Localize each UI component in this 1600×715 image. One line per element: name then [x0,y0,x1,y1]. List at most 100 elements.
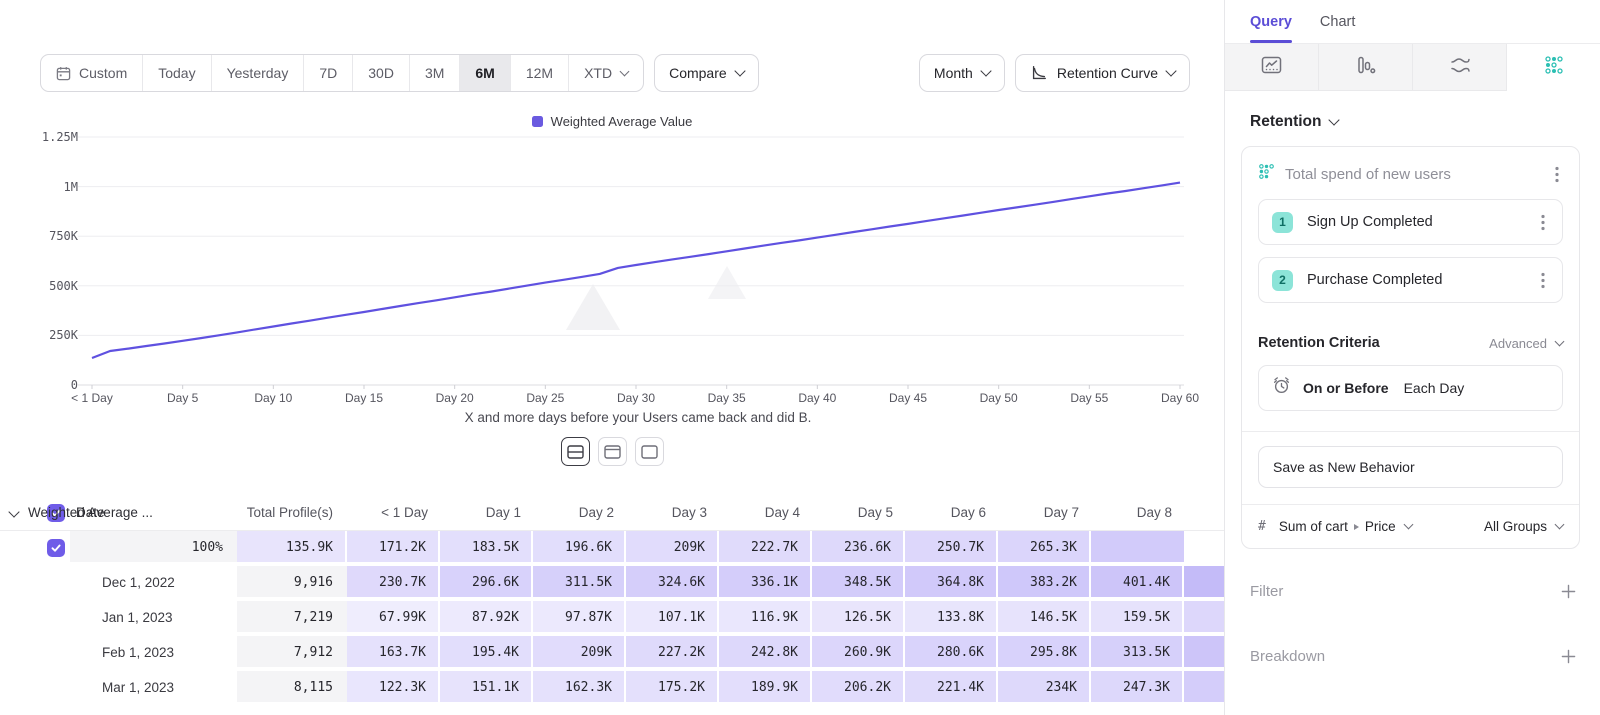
breakdown-label: Breakdown [1250,648,1325,665]
tab-flows[interactable] [1413,44,1507,91]
table-row: Dec 1, 20229,916230.7K296.6K311.5K324.6K… [0,566,1224,601]
criteria-mode-label: Advanced [1489,336,1547,351]
tab-funnels[interactable] [1319,44,1413,91]
step-label: Purchase Completed [1307,272,1537,288]
range-button-today[interactable]: Today [143,55,211,91]
range-label: 6M [475,65,494,81]
save-as-new-behavior-button[interactable]: Save as New Behavior [1258,446,1563,488]
numeric-property-icon: # [1258,519,1266,534]
y-axis-label: 750K [8,229,78,243]
tab-insights[interactable] [1225,44,1319,91]
value-cell: 209K [626,531,719,564]
chevron-down-icon [620,66,630,76]
row-label: Mar 1, 2023 [102,680,174,695]
chevron-down-icon [1555,336,1565,346]
toolbar-right-group: Month Retention Curve [919,54,1190,92]
value-cell: 159.5K [1091,601,1184,634]
value-cell: 280.6K [905,636,998,669]
range-button-xtd[interactable]: XTD [569,55,643,91]
calendar-icon [56,66,71,81]
value-cell: 126.5K [812,601,905,634]
tab-retention[interactable] [1507,44,1600,91]
value-cell: 175.2K [626,671,719,704]
behavior-card: Total spend of new users 1Sign Up Comple… [1241,146,1580,549]
range-label: 12M [526,65,553,81]
timing-selector[interactable]: On or Before Each Day [1258,365,1563,411]
row-checkbox-cell [0,531,70,564]
table-row: Weighted Average ...100%135.9K171.2K183.… [0,531,1224,566]
value-cell: 189.9K [719,671,812,704]
range-button-6m[interactable]: 6M [460,55,510,91]
value-cell: 221.4K [905,671,998,704]
value-cell: 234K [998,671,1091,704]
chevron-down-icon [980,65,991,76]
value-cell: 348.5K [812,566,905,599]
behavior-step[interactable]: 1Sign Up Completed [1258,199,1563,245]
view-toggle-table-top[interactable] [598,437,627,466]
tab-query[interactable]: Query [1250,0,1292,43]
range-label: 30D [368,65,394,81]
value-cell: 250.7K [905,531,998,564]
report-kind-dropdown[interactable]: Retention [1250,113,1600,131]
range-button-12m[interactable]: 12M [511,55,569,91]
total-profiles-cell: 100% [70,531,237,564]
granularity-label: Month [934,65,973,81]
value-cell: 313.5K [1091,636,1184,669]
compare-button[interactable]: Compare [654,54,759,92]
value-cell: 206.2K [812,671,905,704]
view-toggle-chart-and-table[interactable] [561,437,590,466]
value-cell: 295.8K [998,636,1091,669]
add-breakdown-button[interactable] [1561,649,1576,664]
value-cell: 107.1K [626,601,719,634]
kebab-menu-icon[interactable] [1537,270,1549,291]
chevron-down-icon [1555,520,1565,530]
range-label: Yesterday [227,65,289,81]
row-checkbox-cell [0,636,70,669]
chevron-down-icon [734,65,745,76]
chevron-down-icon [1329,114,1340,125]
view-toggle-table-only[interactable] [635,437,664,466]
tab-chart[interactable]: Chart [1320,0,1355,43]
value-cell: 247.3K [1091,671,1184,704]
measure-property-dropdown[interactable]: Sum of cart [1279,519,1348,534]
chart-legend[interactable]: Weighted Average Value [0,114,1224,129]
step-number-badge: 1 [1272,212,1293,233]
add-filter-button[interactable] [1561,584,1576,599]
behavior-title: Total spend of new users [1285,166,1551,183]
value-cell-cutoff [1184,566,1224,599]
range-button-7d[interactable]: 7D [304,55,353,91]
flows-icon [1449,55,1471,80]
kebab-menu-icon[interactable] [1537,212,1549,233]
measure-subproperty-label[interactable]: Price [1365,519,1396,534]
behavior-step[interactable]: 2Purchase Completed [1258,257,1563,303]
chart-type-dropdown[interactable]: Retention Curve [1015,54,1190,92]
total-profiles-cell: 7,219 [237,601,347,634]
row-checkbox[interactable] [47,539,65,557]
total-profiles-cell: 8,115 [237,671,347,704]
range-label: XTD [584,65,612,81]
timing-period-label: Each Day [1404,380,1465,396]
behavior-icon [1258,163,1275,185]
retention-line-chart [0,110,1224,405]
value-cell: 133.8K [905,601,998,634]
x-axis-label: Day 45 [889,391,927,405]
alarm-clock-icon [1272,376,1291,400]
filter-label: Filter [1250,583,1283,600]
report-kind-label: Retention [1250,113,1321,131]
retention-criteria-row: Retention Criteria Advanced [1258,335,1563,351]
row-label-cell: Mar 1, 2023 [70,671,237,704]
range-button-3m[interactable]: 3M [410,55,460,91]
value-cell: 116.9K [719,601,812,634]
granularity-dropdown[interactable]: Month [919,54,1005,92]
criteria-mode-dropdown[interactable]: Advanced [1489,336,1563,351]
kebab-menu-icon[interactable] [1551,164,1563,185]
range-button-30d[interactable]: 30D [353,55,410,91]
divider [1242,431,1579,432]
insights-icon [1261,55,1282,80]
group-selector-dropdown[interactable]: All Groups [1484,519,1563,534]
table-body: Weighted Average ...100%135.9K171.2K183.… [0,531,1224,706]
range-button-yesterday[interactable]: Yesterday [212,55,305,91]
retention-table: DateTotal Profile(s)< 1 DayDay 1Day 2Day… [0,496,1224,706]
range-button-custom[interactable]: Custom [41,55,143,91]
chevron-down-icon[interactable] [8,506,19,517]
